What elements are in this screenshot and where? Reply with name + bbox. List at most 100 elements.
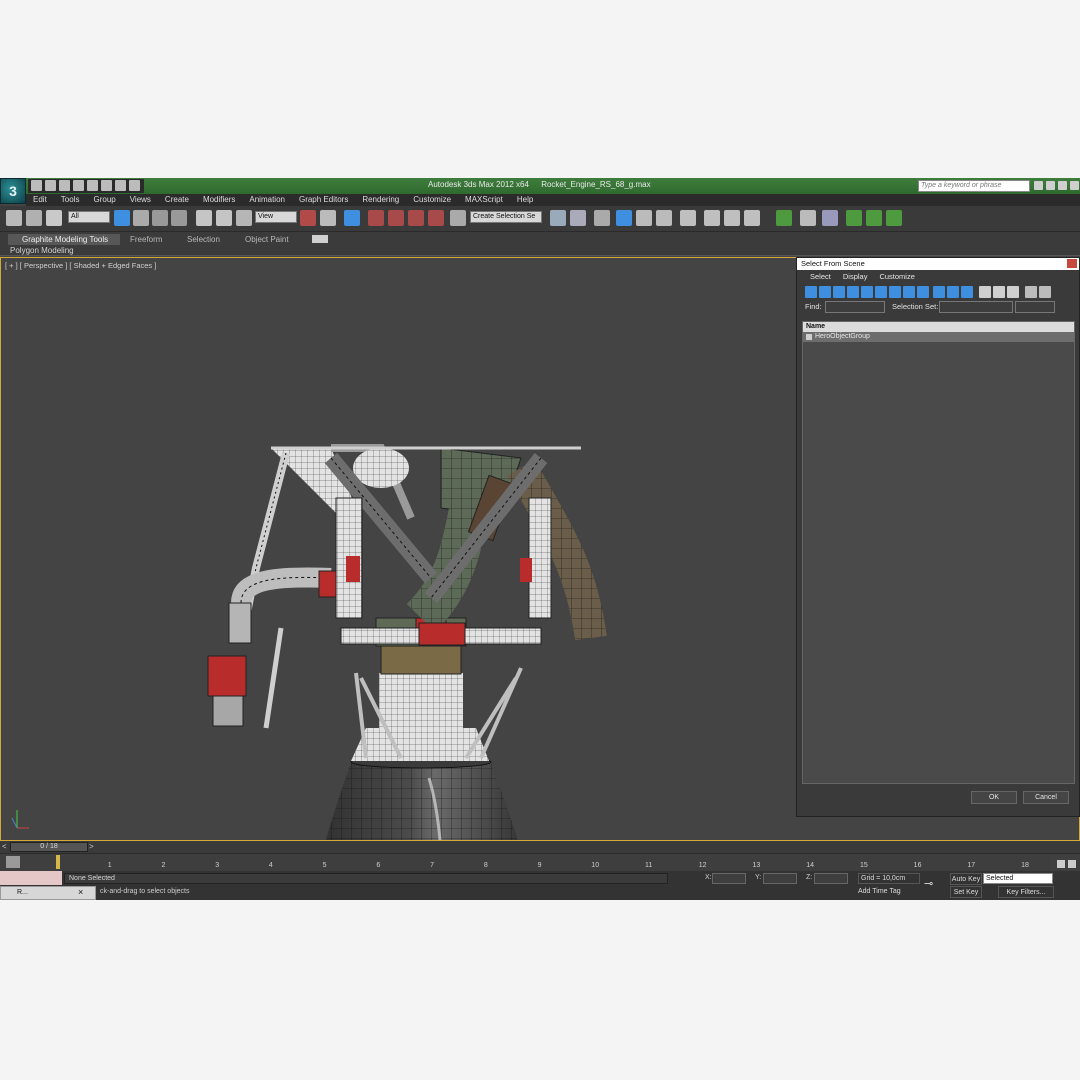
playback-controls[interactable] (1056, 857, 1078, 869)
display-groups-icon[interactable] (889, 286, 901, 298)
binoculars-icon[interactable] (1034, 181, 1043, 190)
display-all-icon[interactable] (933, 286, 945, 298)
undo-icon[interactable] (73, 180, 84, 191)
taskbar-item[interactable]: R... × (0, 886, 96, 900)
auto-key-button[interactable]: Auto Key (950, 873, 982, 885)
rotate-icon[interactable] (216, 210, 232, 226)
save-file-icon[interactable] (59, 180, 70, 191)
move-icon[interactable] (196, 210, 212, 226)
unlink-icon[interactable] (26, 210, 42, 226)
percent-snap-icon[interactable] (408, 210, 424, 226)
select-invert-icon[interactable] (1007, 286, 1019, 298)
help-search-input[interactable]: Type a keyword or phrase (918, 180, 1030, 192)
tab-selection[interactable]: Selection (187, 235, 220, 244)
list-item[interactable]: HeroObjectGroup (803, 332, 1074, 342)
help-icon[interactable] (1058, 181, 1067, 190)
scale-icon[interactable] (236, 210, 252, 226)
curve-editor-icon[interactable] (636, 210, 652, 226)
cancel-button[interactable]: Cancel (1023, 791, 1069, 804)
dialog-menu-display[interactable]: Display (838, 270, 873, 284)
spinner-snap-icon[interactable] (428, 210, 444, 226)
filter-icon[interactable] (1025, 286, 1037, 298)
menu-create[interactable]: Create (158, 194, 196, 206)
objects-icon[interactable] (800, 210, 816, 226)
set-key-button[interactable]: Set Key (950, 886, 982, 898)
rectangular-selection-icon[interactable] (152, 210, 168, 226)
time-prev-arrow-icon[interactable]: < (2, 842, 7, 851)
select-manipulate-icon[interactable] (320, 210, 336, 226)
select-all-icon[interactable] (979, 286, 991, 298)
reference-coord-dropdown[interactable]: View (255, 211, 297, 223)
open-file-icon[interactable] (45, 180, 56, 191)
render-setup-icon[interactable] (704, 210, 720, 226)
display-xrefs-icon[interactable] (903, 286, 915, 298)
graphite-toggle-icon[interactable] (616, 210, 632, 226)
time-slider-handle[interactable] (56, 855, 60, 869)
menu-views[interactable]: Views (123, 194, 158, 206)
display-geometry-icon[interactable] (805, 286, 817, 298)
snaps-toggle-icon[interactable] (368, 210, 384, 226)
bind-space-warp-icon[interactable] (46, 210, 62, 226)
key-mode-dropdown[interactable]: Selected (983, 873, 1053, 884)
menu-modifiers[interactable]: Modifiers (196, 194, 242, 206)
close-icon[interactable] (1067, 259, 1077, 268)
pivot-center-icon[interactable] (300, 210, 316, 226)
find-input[interactable] (825, 301, 885, 313)
app-menu-button[interactable]: 3 (0, 178, 26, 204)
script-c-icon[interactable] (886, 210, 902, 226)
window-controls-icon[interactable] (1070, 181, 1079, 190)
render-production-icon[interactable] (744, 210, 760, 226)
menu-group[interactable]: Group (86, 194, 122, 206)
star-icon[interactable] (1046, 181, 1055, 190)
script-a-icon[interactable] (846, 210, 862, 226)
keyboard-shortcut-icon[interactable] (344, 210, 360, 226)
angle-snap-icon[interactable] (388, 210, 404, 226)
mini-curve-editor-icon[interactable] (6, 856, 20, 868)
z-coordinate-field[interactable] (814, 873, 848, 884)
menu-customize[interactable]: Customize (406, 194, 458, 206)
dialog-menu-select[interactable]: Select (805, 270, 836, 284)
selection-filter-dropdown[interactable]: All (68, 211, 110, 223)
align-icon[interactable] (570, 210, 586, 226)
selection-set-buttons[interactable] (1015, 301, 1055, 313)
menu-graph-editors[interactable]: Graph Editors (292, 194, 355, 206)
maxscript-listener-mini[interactable] (0, 871, 62, 885)
polygon-modeling-panel[interactable]: Polygon Modeling (10, 246, 74, 255)
populate-icon[interactable] (776, 210, 792, 226)
project-folder-icon[interactable] (129, 180, 140, 191)
redo-icon[interactable] (87, 180, 98, 191)
tab-freeform[interactable]: Freeform (130, 235, 162, 244)
display-lights-icon[interactable] (833, 286, 845, 298)
menu-maxscript[interactable]: MAXScript (458, 194, 510, 206)
tools-icon[interactable] (822, 210, 838, 226)
dialog-menu-customize[interactable]: Customize (874, 270, 919, 284)
column-header-name[interactable]: Name (803, 322, 1074, 332)
menu-tools[interactable]: Tools (54, 194, 87, 206)
tab-object-paint[interactable]: Object Paint (245, 235, 289, 244)
named-selection-dropdown[interactable]: Create Selection Se (470, 211, 542, 223)
layer-manager-icon[interactable] (594, 210, 610, 226)
new-file-icon[interactable] (31, 180, 42, 191)
menu-edit[interactable]: Edit (26, 194, 54, 206)
display-invert-icon[interactable] (961, 286, 973, 298)
selection-set-dropdown[interactable] (939, 301, 1013, 313)
timeline-track[interactable] (56, 854, 1050, 872)
display-shapes-icon[interactable] (819, 286, 831, 298)
add-time-tag-button[interactable]: Add Time Tag (858, 888, 901, 895)
window-crossing-icon[interactable] (171, 210, 187, 226)
script-b-icon[interactable] (866, 210, 882, 226)
display-spacewarps-icon[interactable] (875, 286, 887, 298)
display-bones-icon[interactable] (917, 286, 929, 298)
hold-icon[interactable] (101, 180, 112, 191)
time-slider[interactable]: < 0 / 18 > (0, 841, 1080, 853)
link-icon[interactable] (6, 210, 22, 226)
select-none-icon[interactable] (993, 286, 1005, 298)
display-cameras-icon[interactable] (847, 286, 859, 298)
display-helpers-icon[interactable] (861, 286, 873, 298)
filter-options-icon[interactable] (1039, 286, 1051, 298)
mirror-icon[interactable] (550, 210, 566, 226)
select-by-name-icon[interactable] (133, 210, 149, 226)
material-editor-icon[interactable] (680, 210, 696, 226)
menu-rendering[interactable]: Rendering (355, 194, 406, 206)
menu-help[interactable]: Help (510, 194, 540, 206)
